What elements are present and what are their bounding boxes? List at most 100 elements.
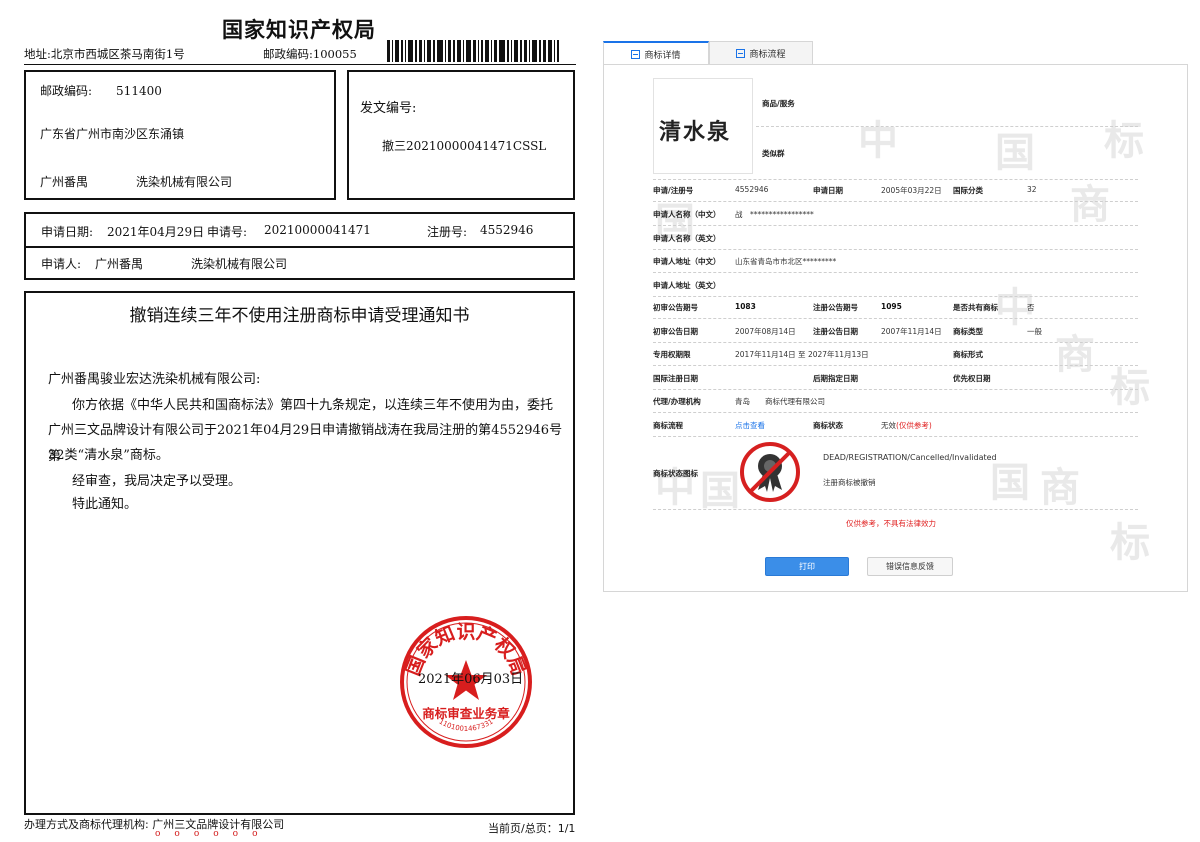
goods-label: 商品/服务 <box>762 99 795 108</box>
intl-class-value: 32 <box>1027 185 1037 194</box>
status-cn: 注册商标被撤销 <box>823 478 876 487</box>
barcode <box>387 40 559 62</box>
doc-number-label: 发文编号: <box>360 101 417 116</box>
form-label: 商标形式 <box>953 350 983 359</box>
seal-inner-text: 商标审查业务章 <box>422 706 510 721</box>
authority-address: 地址:北京市西城区茶马南街1号 <box>24 47 185 61</box>
recipient-address: 广东省广州市南沙区东涌镇 <box>40 127 185 141</box>
tab-process[interactable]: 商标流程 <box>709 41 813 64</box>
row-divider <box>653 272 1138 273</box>
status-value: 无效 <box>881 421 896 430</box>
reg-no-value: 4552946 <box>735 185 769 194</box>
agent-label: 代理/办理机构 <box>653 397 701 406</box>
reg-pub-date-label: 注册公告日期 <box>813 327 858 336</box>
disclaimer: 仅供参考，不具有法律效力 <box>846 519 936 528</box>
row-divider <box>653 296 1138 297</box>
status-line: 无效(仅供参考) <box>881 420 932 431</box>
exclusive-label: 专用权期限 <box>653 350 691 359</box>
prelim-date-value: 2007年08月14日 <box>735 327 796 336</box>
agency-label: 办理方式及商标代理机构: <box>24 818 149 831</box>
applicant-name: 广州番禺 洗染机械有限公司 <box>95 257 288 271</box>
status-label: 商标状态 <box>813 421 843 430</box>
row-divider <box>653 389 1138 390</box>
reg-pub-no-label: 注册公告期号 <box>813 303 858 312</box>
status-note: (仅供参考) <box>896 421 932 430</box>
row-divider <box>653 318 1138 319</box>
address-cn-label: 申请人地址（中文） <box>653 257 721 266</box>
body-line-1: 你方依据《中华人民共和国商标法》第四十九条规定，以连续三年不使用为由，委托 <box>72 398 554 413</box>
invalidated-status-icon <box>736 440 804 504</box>
feedback-button[interactable]: 错误信息反馈 <box>867 557 953 576</box>
row-divider <box>653 365 1138 366</box>
app-date-label: 申请日期 <box>813 186 843 195</box>
red-dot-marks: oooooo <box>155 829 272 839</box>
prelim-date-label: 初审公告日期 <box>653 327 698 336</box>
shared-value: 否 <box>1027 303 1035 312</box>
divider <box>26 246 573 248</box>
intl-reg-date-label: 国际注册日期 <box>653 374 698 383</box>
prelim-no-label: 初审公告期号 <box>653 303 698 312</box>
applicant-en-label: 申请人名称（英文） <box>653 234 721 243</box>
reg-pub-date-value: 2007年11月14日 <box>881 327 942 336</box>
recipient-box: 邮政编码: 511400 广东省广州市南沙区东涌镇 广州番禺 洗染机械有限公司 <box>24 70 336 200</box>
reg-pub-no-value: 1095 <box>881 302 902 311</box>
prelim-no-value: 1083 <box>735 302 756 311</box>
applicant-label: 申请人: <box>41 257 82 271</box>
process-label: 商标流程 <box>653 421 683 430</box>
row-divider <box>653 412 1138 413</box>
applicant-cn-label: 申请人名称（中文） <box>653 210 721 219</box>
row-divider <box>653 225 1138 226</box>
reg-no-label: 申请/注册号 <box>653 186 694 195</box>
type-value: 一般 <box>1027 327 1042 336</box>
row-divider <box>653 342 1138 343</box>
authority-postal-code: 邮政编码:100055 <box>263 47 357 61</box>
doc-number: 撤三20210000041471CSSL <box>382 139 547 153</box>
shared-label: 是否共有商标 <box>953 303 998 312</box>
header-rule <box>24 64 576 65</box>
tab-details[interactable]: 商标详情 <box>603 41 709 66</box>
application-box: 申请日期: 2021年04月29日 申请号: 20210000041471 注册… <box>24 212 575 280</box>
recipient-name: 广州番禺 洗染机械有限公司 <box>40 175 233 189</box>
app-date-value: 2005年03月22日 <box>881 186 942 195</box>
authority-title: 国家知识产权局 <box>222 18 376 42</box>
address-cn-value: 山东省青岛市市北区********* <box>735 257 837 266</box>
list-icon <box>736 48 746 58</box>
exclusive-value: 2017年11月14日 至 2027年11月13日 <box>735 350 869 359</box>
row-divider <box>653 436 1138 437</box>
page-number: 当前页/总页：1/1 <box>488 822 576 835</box>
agent-value: 青岛 商标代理有限公司 <box>735 397 825 406</box>
notice-title: 撤销连续三年不使用注册商标申请受理通知书 <box>129 306 470 326</box>
document-icon <box>631 50 641 59</box>
type-label: 商标类型 <box>953 327 983 336</box>
address-en-label: 申请人地址（英文） <box>653 281 721 290</box>
row-divider <box>756 126 1138 127</box>
addressee: 广州番禺骏业宏达洗染机械有限公司: <box>48 372 261 387</box>
reg-number: 4552946 <box>480 223 534 237</box>
tab-process-label: 商标流程 <box>749 49 786 60</box>
recipient-postal: 邮政编码: 511400 <box>40 84 162 98</box>
priority-label: 优先权日期 <box>953 374 991 383</box>
status-en: DEAD/REGISTRATION/Cancelled/Invalidated <box>823 453 997 462</box>
status-icon-label: 商标状态图标 <box>653 469 698 478</box>
process-link[interactable]: 点击查看 <box>735 420 765 431</box>
print-button[interactable]: 打印 <box>765 557 849 576</box>
reg-number-label: 注册号: <box>427 225 468 239</box>
body-line-3: 32类“清水泉”商标。 <box>48 448 169 463</box>
tab-details-label: 商标详情 <box>644 51 681 61</box>
intl-class-label: 国际分类 <box>953 186 983 195</box>
row-divider <box>653 249 1138 250</box>
closing-line: 特此通知。 <box>72 497 138 512</box>
trademark-logo-text: 清水泉 <box>659 119 732 145</box>
seal-date: 2021年06月03日 <box>418 672 524 687</box>
applicant-cn-value: 战 ***************** <box>735 210 814 219</box>
app-number-label: 申请号: <box>207 225 248 239</box>
similar-group-label: 类似群 <box>762 149 785 158</box>
app-date-label: 申请日期: <box>41 225 94 239</box>
row-divider <box>653 179 1138 180</box>
row-divider <box>653 201 1138 202</box>
later-date-label: 后期指定日期 <box>813 374 858 383</box>
app-date: 2021年04月29日 <box>107 225 205 239</box>
doc-number-box: 发文编号: 撤三20210000041471CSSL <box>347 70 575 200</box>
row-divider <box>653 509 1138 510</box>
app-number: 20210000041471 <box>264 223 371 237</box>
